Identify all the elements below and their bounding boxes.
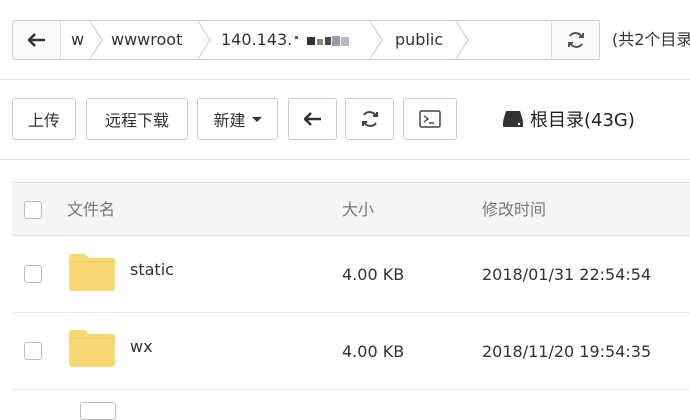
table-row[interactable]: static 4.00 KB 2018/01/31 22:54:54 (12, 236, 690, 313)
table-header: 文件名 大小 修改时间 (12, 183, 690, 236)
column-header-size[interactable]: 大小 (342, 183, 374, 236)
remote-download-button-label: 远程下载 (104, 111, 169, 130)
disk-label: 根目录(43G) (530, 110, 635, 131)
upload-button[interactable]: 上传 (12, 98, 76, 140)
back-button[interactable] (288, 98, 337, 140)
directory-count: (共2个目录 (612, 30, 690, 49)
breadcrumb-item-public[interactable]: public (395, 21, 443, 59)
breadcrumb-separator (89, 21, 103, 59)
refresh-icon (567, 32, 584, 48)
toolbar: 上传 远程下载 新建 根目录(43G) (0, 80, 690, 160)
redacted-blur (295, 35, 350, 46)
breadcrumb-item-ip[interactable]: 140.143. (221, 21, 355, 59)
caret-down-icon (251, 116, 262, 122)
upload-button-label: 上传 (27, 111, 60, 130)
select-all-checkbox[interactable] (24, 201, 42, 219)
new-dropdown-button[interactable]: 新建 (197, 98, 278, 140)
terminal-button[interactable] (403, 98, 457, 140)
file-table: 文件名 大小 修改时间 static 4.00 KB 2018/01/31 22… (12, 182, 690, 420)
breadcrumb-item-wwwroot[interactable]: wwwroot (111, 21, 182, 59)
breadcrumb-separator (455, 21, 469, 59)
arrow-left-icon (303, 112, 321, 126)
disk-info: 根目录(43G) (502, 98, 635, 140)
folder-icon (69, 330, 115, 367)
refresh-icon (361, 111, 378, 127)
table-row[interactable]: wx 4.00 KB 2018/11/20 19:54:35 (12, 313, 690, 390)
path-bar: w wwwroot 140.143. public (共2个目录 (0, 0, 690, 80)
remote-download-button[interactable]: 远程下载 (86, 98, 188, 140)
file-modified: 2018/11/20 19:54:35 (482, 342, 652, 361)
column-header-modified[interactable]: 修改时间 (482, 183, 546, 236)
breadcrumb-separator (369, 21, 383, 59)
breadcrumb: w wwwroot 140.143. public (12, 20, 600, 60)
breadcrumb-ip-text: 140.143. (221, 30, 293, 49)
new-button-label: 新建 (213, 111, 246, 130)
file-modified: 2018/01/31 22:54:54 (482, 265, 652, 284)
file-name[interactable]: static (130, 260, 174, 279)
hard-disk-icon (503, 111, 523, 127)
folder-icon (69, 254, 115, 291)
refresh-button[interactable] (345, 98, 394, 140)
column-header-name[interactable]: 文件名 (67, 183, 115, 236)
terminal-icon (419, 110, 441, 128)
file-name[interactable]: wx (130, 337, 153, 356)
table-row[interactable] (12, 390, 690, 420)
breadcrumb-separator (197, 21, 211, 59)
row-checkbox[interactable] (24, 265, 42, 283)
breadcrumb-item-w[interactable]: w (71, 21, 84, 59)
arrow-left-icon (27, 33, 45, 47)
row-checkbox[interactable] (24, 342, 42, 360)
file-size: 4.00 KB (342, 342, 405, 361)
path-back-button[interactable] (13, 21, 61, 59)
file-size: 4.00 KB (342, 265, 405, 284)
path-refresh-button[interactable] (551, 21, 599, 59)
